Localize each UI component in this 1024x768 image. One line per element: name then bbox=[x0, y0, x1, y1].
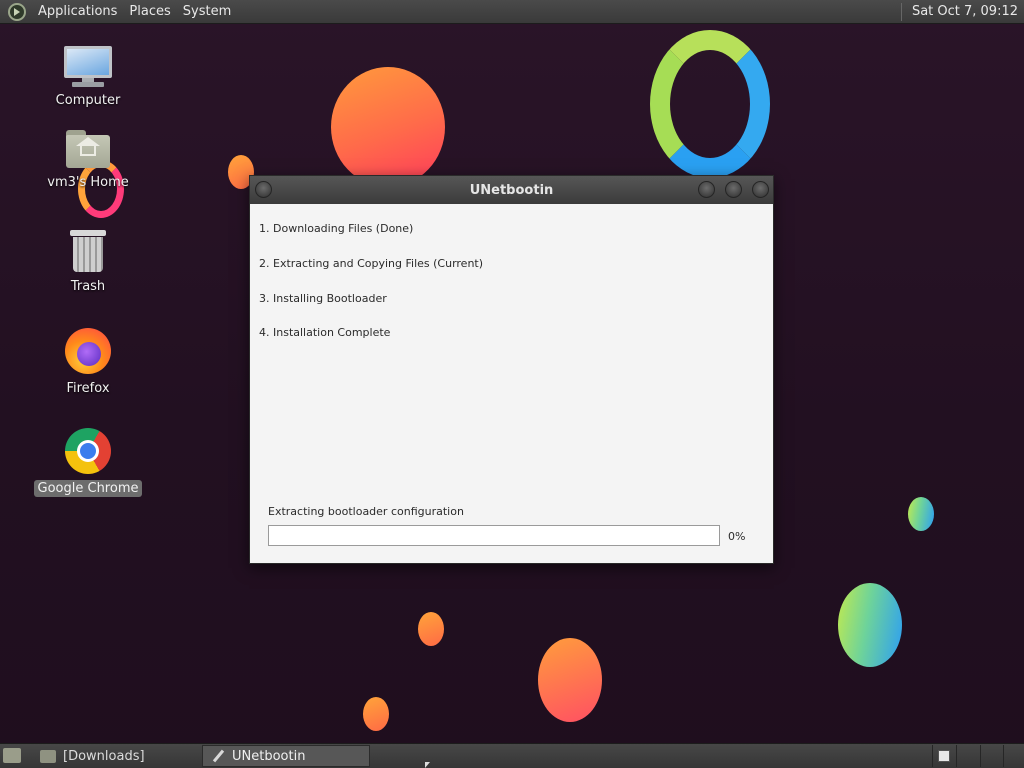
desktop-icon-label: Google Chrome bbox=[33, 480, 143, 497]
window-titlebar[interactable]: UNetbootin bbox=[250, 176, 773, 204]
computer-icon bbox=[64, 46, 112, 87]
workspace-4[interactable] bbox=[1003, 745, 1024, 767]
chrome-icon bbox=[65, 428, 111, 474]
unetbootin-window: UNetbootin 1. Downloading Files (Done) 2… bbox=[249, 175, 774, 564]
desktop-icon-chrome[interactable]: Google Chrome bbox=[33, 428, 143, 497]
show-desktop-icon[interactable] bbox=[3, 748, 21, 763]
distro-logo-icon[interactable] bbox=[8, 2, 26, 21]
firefox-icon bbox=[65, 328, 111, 374]
wallpaper-ring bbox=[650, 30, 770, 178]
maximize-button[interactable] bbox=[725, 181, 742, 198]
folder-icon bbox=[40, 749, 56, 763]
bottom-panel: [Downloads] UNetbootin bbox=[0, 743, 1024, 768]
menu-places[interactable]: Places bbox=[123, 4, 176, 19]
wallpaper-orange-bubble bbox=[538, 638, 602, 722]
menu-system[interactable]: System bbox=[177, 4, 237, 19]
panel-separator bbox=[900, 2, 902, 21]
desktop-icon-firefox[interactable]: Firefox bbox=[33, 328, 143, 397]
taskbar-item-downloads[interactable]: [Downloads] bbox=[32, 745, 200, 767]
desktop-icon-label: Computer bbox=[55, 93, 121, 108]
unetbootin-app-icon bbox=[211, 749, 225, 763]
menu-applications[interactable]: Applications bbox=[32, 4, 123, 19]
desktop-icon-label: Firefox bbox=[66, 381, 110, 396]
clock[interactable]: Sat Oct 7, 09:12 bbox=[912, 4, 1024, 19]
top-panel: Applications Places System Sat Oct 7, 09… bbox=[0, 0, 1024, 24]
wallpaper-small-bubble bbox=[418, 612, 444, 646]
trash-icon bbox=[70, 230, 106, 272]
window-menu-button[interactable] bbox=[255, 181, 272, 198]
step-extracting: 2. Extracting and Copying Files (Current… bbox=[259, 257, 484, 270]
status-text: Extracting bootloader configuration bbox=[268, 505, 464, 518]
desktop-icon-computer[interactable]: Computer bbox=[33, 46, 143, 109]
workspace-2[interactable] bbox=[956, 745, 978, 767]
progress-bar bbox=[268, 525, 720, 546]
desktop-icon-label: Trash bbox=[70, 279, 106, 294]
desktop-icon-trash[interactable]: Trash bbox=[33, 230, 143, 295]
taskbar-item-label: [Downloads] bbox=[63, 748, 145, 764]
wallpaper-green-bubble bbox=[908, 497, 934, 531]
minimize-button[interactable] bbox=[698, 181, 715, 198]
wallpaper-small-bubble bbox=[363, 697, 389, 731]
wallpaper-green-bubble bbox=[838, 583, 902, 667]
progress-percent: 0% bbox=[728, 530, 746, 543]
step-complete: 4. Installation Complete bbox=[259, 326, 391, 339]
desktop-icon-home[interactable]: vm3's Home bbox=[33, 130, 143, 191]
window-title: UNetbootin bbox=[469, 182, 554, 198]
window-content: 1. Downloading Files (Done) 2. Extractin… bbox=[250, 204, 773, 563]
step-bootloader: 3. Installing Bootloader bbox=[259, 292, 387, 305]
desktop-icon-label: vm3's Home bbox=[47, 175, 129, 190]
close-button[interactable] bbox=[752, 181, 769, 198]
taskbar-item-label: UNetbootin bbox=[232, 748, 306, 764]
taskbar-item-unetbootin[interactable]: UNetbootin bbox=[202, 745, 370, 767]
home-folder-icon bbox=[66, 130, 110, 168]
workspace-1[interactable] bbox=[932, 745, 954, 767]
mouse-cursor-icon bbox=[425, 762, 430, 768]
wallpaper-orange-bubble bbox=[331, 67, 445, 187]
step-downloading: 1. Downloading Files (Done) bbox=[259, 222, 414, 235]
workspace-3[interactable] bbox=[980, 745, 1002, 767]
